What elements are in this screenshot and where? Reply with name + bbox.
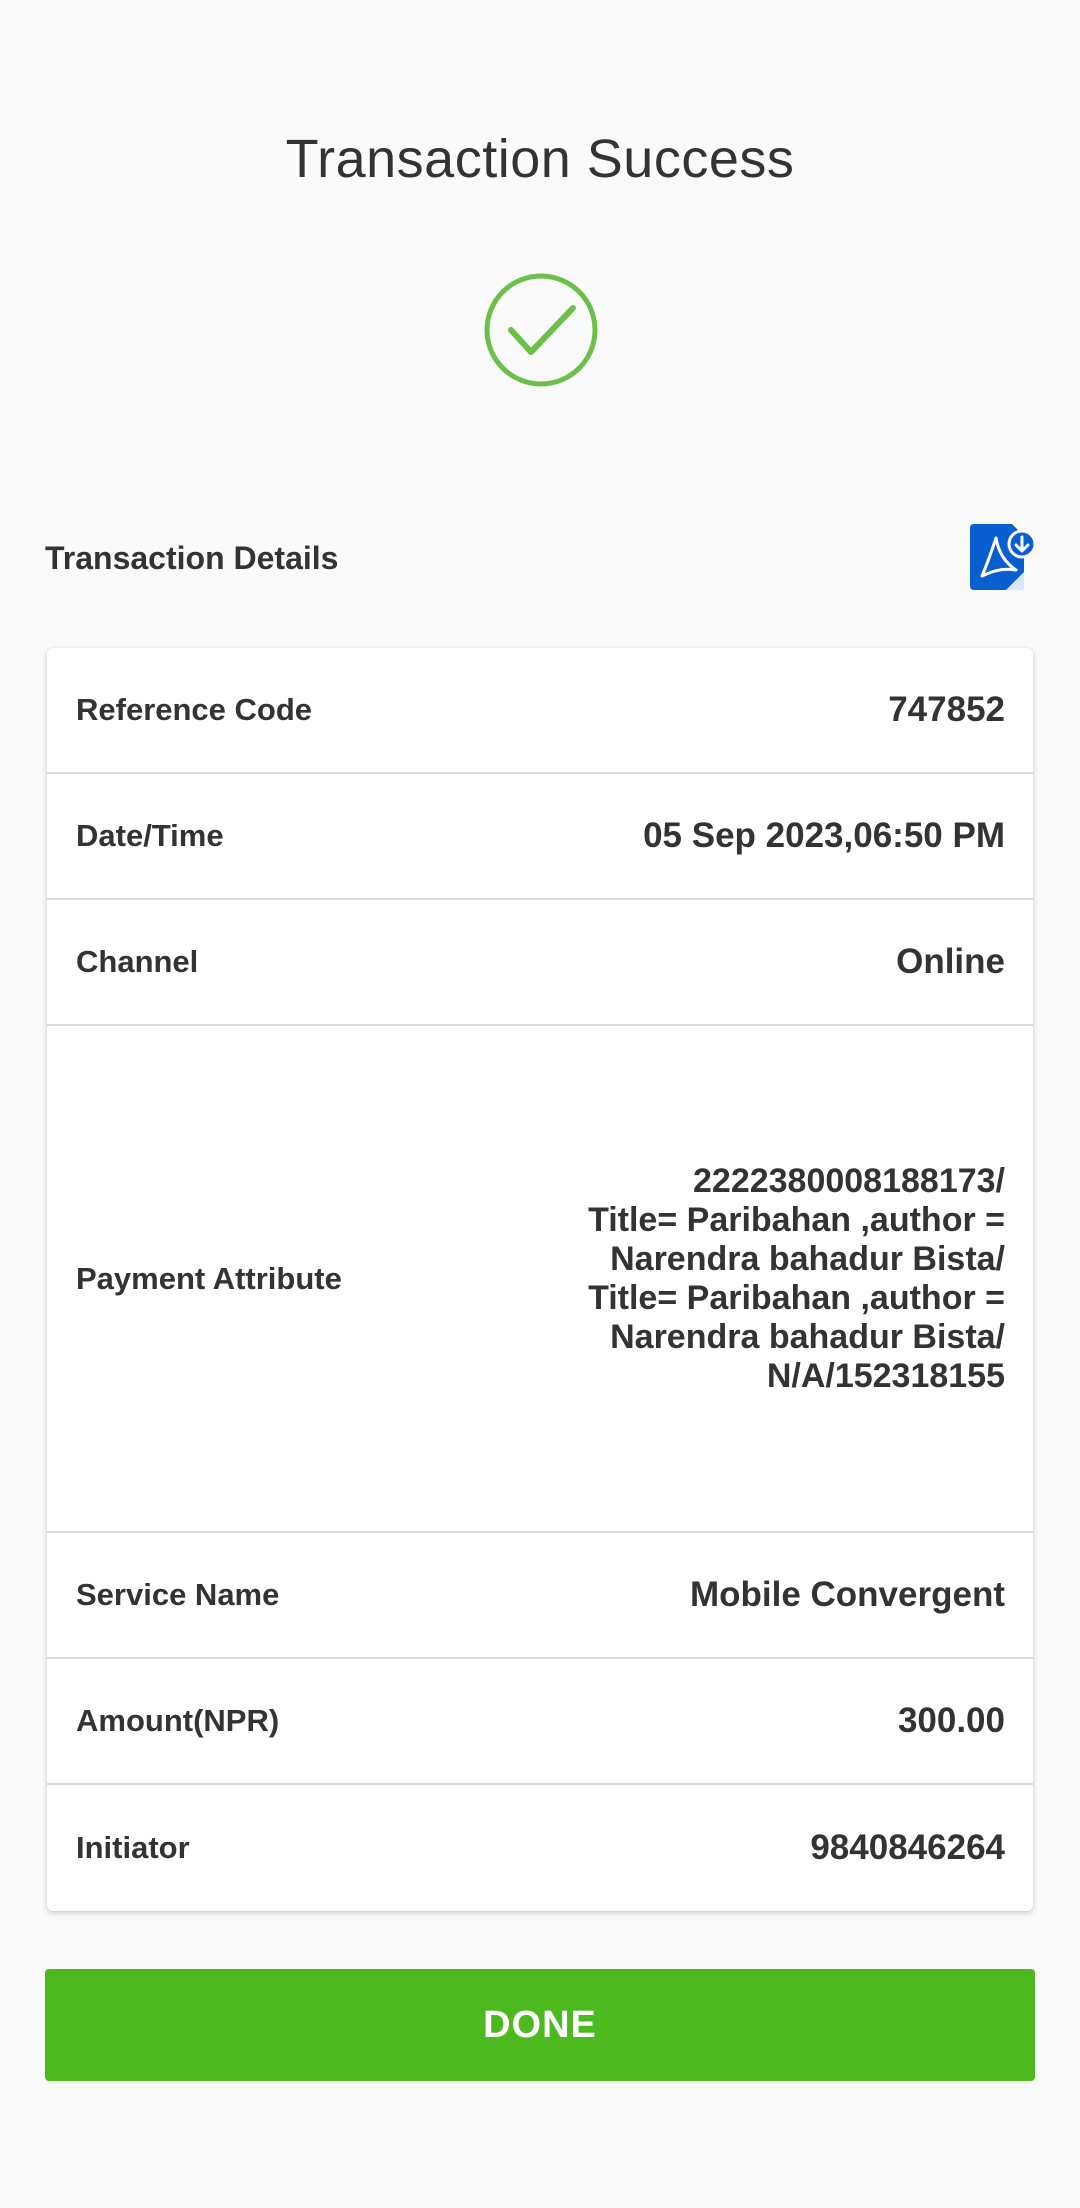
detail-value: 05 Sep 2023,06:50 PM [643,816,1005,855]
detail-label: Date/Time [76,818,224,853]
detail-row-amount: Amount(NPR) 300.00 [47,1659,1033,1785]
detail-label: Payment Attribute [76,1260,342,1296]
pdf-download-icon[interactable] [966,522,1036,592]
detail-value: 747852 [888,690,1005,729]
detail-row-service-name: Service Name Mobile Convergent [47,1533,1033,1659]
detail-value: 9840846264 [810,1828,1005,1867]
detail-row-reference-code: Reference Code 747852 [47,648,1033,774]
detail-label: Reference Code [76,692,313,727]
detail-row-channel: Channel Online [47,900,1033,1026]
detail-row-payment-attribute: Payment Attribute 2222380008188173/ Titl… [47,1026,1033,1533]
detail-row-initiator: Initiator 9840846264 [47,1785,1033,1911]
transaction-details-heading: Transaction Details [45,540,339,576]
page-title: Transaction Success [285,129,795,189]
detail-value: Online [896,942,1005,981]
transaction-details-card: Reference Code 747852 Date/Time 05 Sep 2… [47,648,1033,1911]
detail-label: Initiator [76,1830,190,1865]
detail-value: 300.00 [897,1701,1005,1740]
detail-label: Service Name [76,1577,280,1612]
detail-label: Amount(NPR) [76,1703,280,1738]
detail-value: Mobile Convergent [689,1575,1005,1614]
detail-row-date-time: Date/Time 05 Sep 2023,06:50 PM [47,774,1033,900]
detail-label: Channel [76,944,199,979]
checkmark-circle-icon [484,273,598,387]
detail-value: 2222380008188173/ Title= Paribahan ,auth… [588,1161,1005,1395]
done-button[interactable]: DONE [45,1969,1035,2081]
